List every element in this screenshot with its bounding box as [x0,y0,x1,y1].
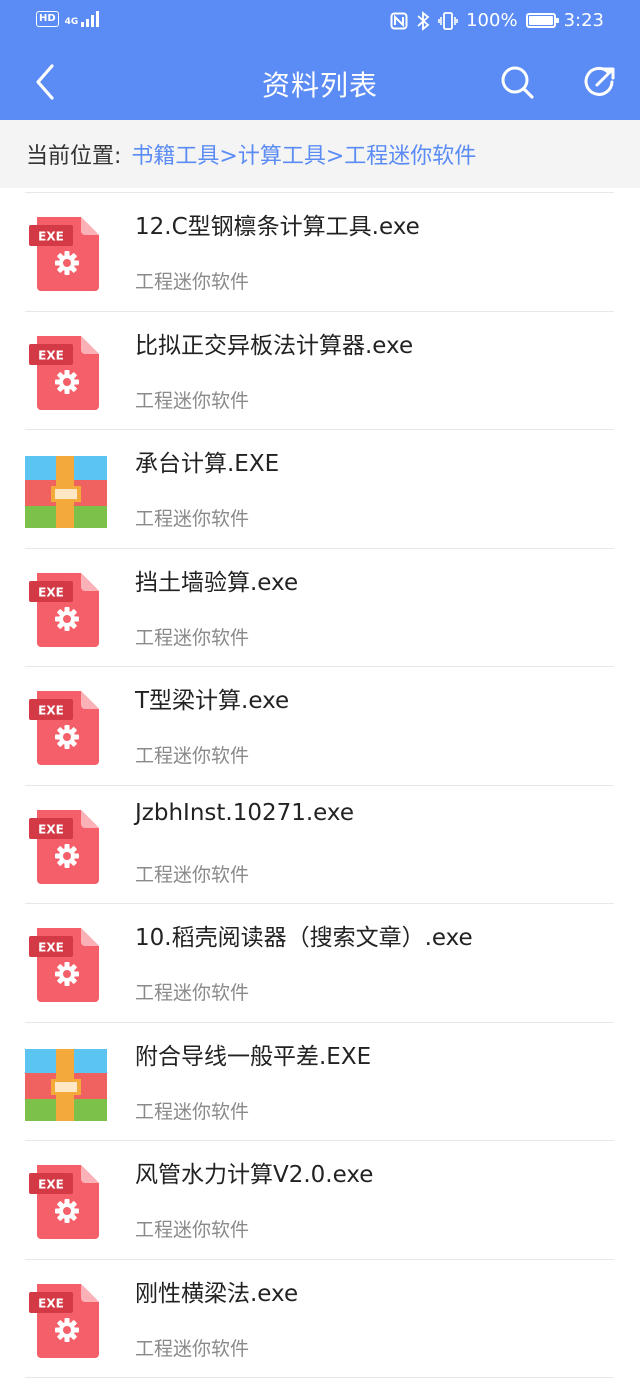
nfc-icon [390,12,408,29]
file-category: 工程迷你软件 [135,1337,250,1360]
file-category: 工程迷你软件 [135,389,250,412]
exe-file-icon: EXE [29,217,99,291]
exe-file-icon: EXE [29,572,99,647]
vibrate-icon [438,11,458,30]
exe-file-icon: EXE [29,928,99,1002]
exe-file-icon: EXE [29,809,99,884]
network-type: 4G [64,17,79,27]
file-list-item[interactable]: EXE 挡土墙验算.exe 工程迷你软件 [25,549,614,667]
file-list: EXE 12.C型钢檩条计算工具.exe 工程迷你软件 EXE 比拟正交异板法计算… [0,193,640,1378]
exe-badge-text: EXE [38,348,64,362]
file-name: 12.C型钢檩条计算工具.exe [135,214,420,240]
share-button[interactable] [580,62,620,102]
archive-icon [25,456,107,528]
file-name: 承台计算.EXE [135,451,280,477]
page-title: 资料列表 [261,69,378,102]
breadcrumb: 当前位置: 书籍工具>计算工具>工程迷你软件 [0,120,640,188]
file-category: 工程迷你软件 [135,1100,250,1123]
exe-badge-text: EXE [38,704,64,718]
file-category: 工程迷你软件 [135,271,250,293]
exe-badge-text: EXE [38,1178,64,1192]
exe-badge-text: EXE [38,1296,64,1310]
file-list-item[interactable]: EXE 12.C型钢檩条计算工具.exe 工程迷你软件 [25,193,614,312]
battery-percent: 100% [466,10,518,31]
file-category: 工程迷你软件 [135,1219,250,1241]
file-list-item[interactable]: EXE 比拟正交异板法计算器.exe 工程迷你软件 [25,312,614,430]
exe-badge-text: EXE [38,941,64,955]
file-name: T型梁计算.exe [135,688,290,714]
exe-file-icon: EXE [29,1165,99,1239]
nav-bar: 资料列表 [0,44,640,120]
file-name: JzbhInst.10271.exe [135,799,354,826]
file-category: 工程迷你软件 [135,863,250,886]
file-list-item[interactable]: EXE 刚性横梁法.exe 工程迷你软件 [25,1260,614,1378]
network-indicator: 4G [65,11,103,27]
exe-badge-text: EXE [38,585,64,599]
file-category: 工程迷你软件 [135,626,250,649]
file-list-item[interactable]: 承台计算.EXE 工程迷你软件 [25,430,614,549]
breadcrumb-label: 当前位置: [26,144,122,169]
file-name: 附合导线一般平差.EXE [135,1043,372,1070]
clock: 3:23 [563,10,604,31]
hd-icon: HD [36,11,59,27]
exe-file-icon: EXE [29,1283,99,1358]
battery-icon [525,13,559,28]
file-list-item[interactable]: EXE 10.稻壳阅读器（搜索文章）.exe 工程迷你软件 [25,904,614,1023]
file-list-item[interactable]: 附合导线一般平差.EXE 工程迷你软件 [25,1023,614,1141]
app-header: HD 4G 100% 3:23 资料列表 [0,0,640,120]
file-list-item[interactable]: EXE 风管水力计算V2.0.exe 工程迷你软件 [25,1141,614,1260]
signal-icon [81,11,100,27]
search-button[interactable] [497,62,537,102]
file-list-item[interactable]: EXE T型梁计算.exe 工程迷你软件 [25,667,614,786]
status-bar: HD 4G 100% 3:23 [0,0,640,44]
breadcrumb-path[interactable]: 书籍工具>计算工具>工程迷你软件 [131,138,476,170]
file-category: 工程迷你软件 [135,745,250,767]
file-name: 刚性横梁法.exe [135,1280,299,1307]
file-name: 10.稻壳阅读器（搜索文章）.exe [135,925,473,951]
exe-file-icon: EXE [29,335,99,410]
file-category: 工程迷你软件 [135,982,250,1004]
archive-icon [25,1048,107,1121]
exe-badge-text: EXE [38,822,64,836]
file-name: 挡土墙验算.exe [135,569,299,596]
exe-badge-text: EXE [38,230,64,244]
file-list-item[interactable]: EXE JzbhInst.10271.exe 工程迷你软件 [25,786,614,904]
file-name: 比拟正交异板法计算器.exe [135,332,414,359]
file-category: 工程迷你软件 [135,508,250,530]
file-name: 风管水力计算V2.0.exe [135,1162,374,1188]
exe-file-icon: EXE [29,691,99,765]
bluetooth-icon [417,10,430,31]
